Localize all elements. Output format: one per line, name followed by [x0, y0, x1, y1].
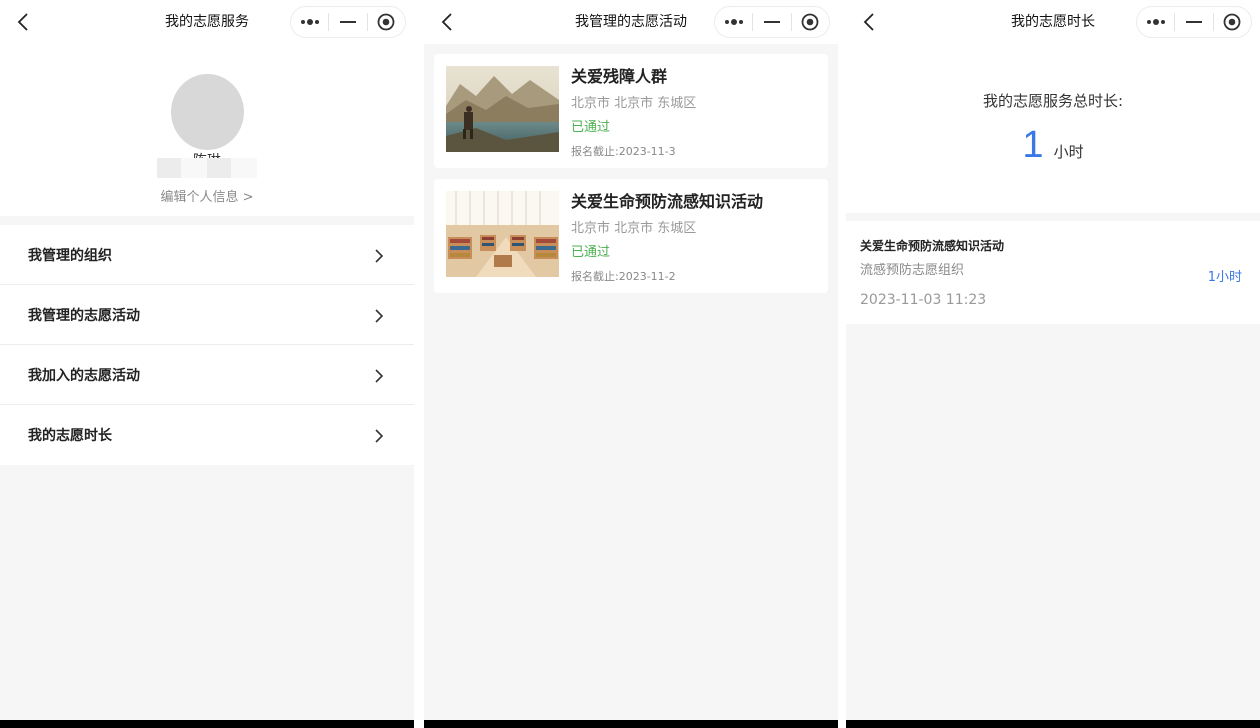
hours-record-item[interactable]: 关爱生命预防流感知识活动 流感预防志愿组织 1小时 2023-11-03 11:…: [846, 221, 1260, 324]
record-organization: 流感预防志愿组织: [860, 263, 965, 278]
close-button[interactable]: [368, 7, 405, 37]
activity-location: 北京市 北京市 东城区: [571, 221, 697, 236]
username-mask: [157, 158, 257, 178]
minimize-icon: [763, 21, 780, 23]
avatar[interactable]: [171, 74, 244, 150]
menu-item-label: 我管理的志愿活动: [28, 307, 140, 324]
library-interior-photo: [446, 191, 559, 277]
capsule-menu: [290, 6, 406, 38]
profile-section: 陈琳 编辑个人信息 >: [0, 44, 414, 216]
minimize-icon: [339, 21, 356, 23]
status-badge: 已通过: [571, 120, 611, 135]
home-indicator-bar: [0, 720, 414, 728]
activity-title: 关爱残障人群: [571, 67, 668, 86]
status-badge: 已通过: [571, 245, 611, 260]
total-hours-label: 我的志愿服务总时长:: [982, 92, 1124, 110]
screen-managed-activities: 我管理的志愿活动 关爱残障人群 北京市 北京市 东城区 已通过 报名截止:202…: [424, 0, 838, 728]
record-activity-title: 关爱生命预防流感知识活动: [860, 239, 1005, 253]
chevron-right-icon: [375, 369, 384, 383]
record-date: 2023-11-03 11:23: [860, 292, 987, 308]
target-circle-icon: [801, 13, 819, 31]
activity-card[interactable]: 关爱生命预防流感知识活动 北京市 北京市 东城区 已通过 报名截止:2023-1…: [434, 179, 828, 293]
total-hours-unit: 小时: [1053, 143, 1084, 161]
menu-item-label: 我管理的组织: [28, 247, 112, 264]
chevron-right-icon: [375, 309, 384, 323]
total-hours-value-row: 1 小时: [846, 124, 1260, 167]
screen-volunteer-service: 我的志愿服务 陈琳 编辑个人信息 > 我管理的组织 我管理的志愿活动: [0, 0, 414, 728]
more-button[interactable]: [291, 7, 328, 37]
target-circle-icon: [1223, 13, 1241, 31]
target-circle-icon: [377, 13, 395, 31]
home-indicator-bar: [846, 720, 1260, 728]
more-dots-icon: [1146, 19, 1165, 25]
close-button[interactable]: [1214, 7, 1251, 37]
menu-item-joined-activities[interactable]: 我加入的志愿活动: [0, 345, 414, 405]
chevron-right-icon: [375, 429, 384, 443]
menu-item-volunteer-hours[interactable]: 我的志愿时长: [0, 405, 414, 465]
menu-item-label: 我的志愿时长: [28, 428, 112, 444]
more-button[interactable]: [715, 7, 752, 37]
menu-list: 我管理的组织 我管理的志愿活动 我加入的志愿活动 我的志愿时长: [0, 225, 414, 465]
record-hours: 1小时: [1207, 270, 1242, 285]
more-button[interactable]: [1137, 7, 1174, 37]
minimize-icon: [1185, 21, 1202, 23]
menu-item-managed-orgs[interactable]: 我管理的组织: [0, 225, 414, 285]
home-indicator-bar: [424, 720, 838, 728]
screen-volunteer-hours: 我的志愿时长 我的志愿服务总时长: 1 小时 关爱生命预防流感知识活动 流感预防志…: [846, 0, 1260, 728]
activity-deadline: 报名截止:2023-11-3: [571, 145, 676, 158]
edit-profile-link[interactable]: 编辑个人信息 >: [0, 186, 414, 205]
activity-location: 北京市 北京市 东城区: [571, 96, 697, 111]
nav-bar: 我的志愿时长: [846, 0, 1260, 44]
activity-thumbnail: [446, 191, 559, 277]
minimize-button[interactable]: [1175, 7, 1212, 37]
close-button[interactable]: [792, 7, 829, 37]
minimize-button[interactable]: [753, 7, 790, 37]
capsule-menu: [714, 6, 830, 38]
activity-deadline: 报名截止:2023-11-2: [571, 270, 676, 283]
capsule-menu: [1136, 6, 1252, 38]
minimize-button[interactable]: [329, 7, 366, 37]
chevron-right-icon: [375, 249, 384, 263]
total-hours-value: 1: [1022, 124, 1044, 166]
mountain-lake-photo: [446, 66, 559, 152]
menu-item-managed-activities[interactable]: 我管理的志愿活动: [0, 285, 414, 345]
activity-card[interactable]: 关爱残障人群 北京市 北京市 东城区 已通过 报名截止:2023-11-3: [434, 54, 828, 168]
menu-item-label: 我加入的志愿活动: [28, 367, 140, 384]
activity-title: 关爱生命预防流感知识活动: [571, 192, 764, 211]
more-dots-icon: [724, 19, 743, 25]
more-dots-icon: [300, 19, 319, 25]
total-hours-section: 我的志愿服务总时长: 1 小时: [846, 44, 1260, 213]
nav-bar: 我的志愿服务: [0, 0, 414, 44]
activity-thumbnail: [446, 66, 559, 152]
nav-bar: 我管理的志愿活动: [424, 0, 838, 44]
